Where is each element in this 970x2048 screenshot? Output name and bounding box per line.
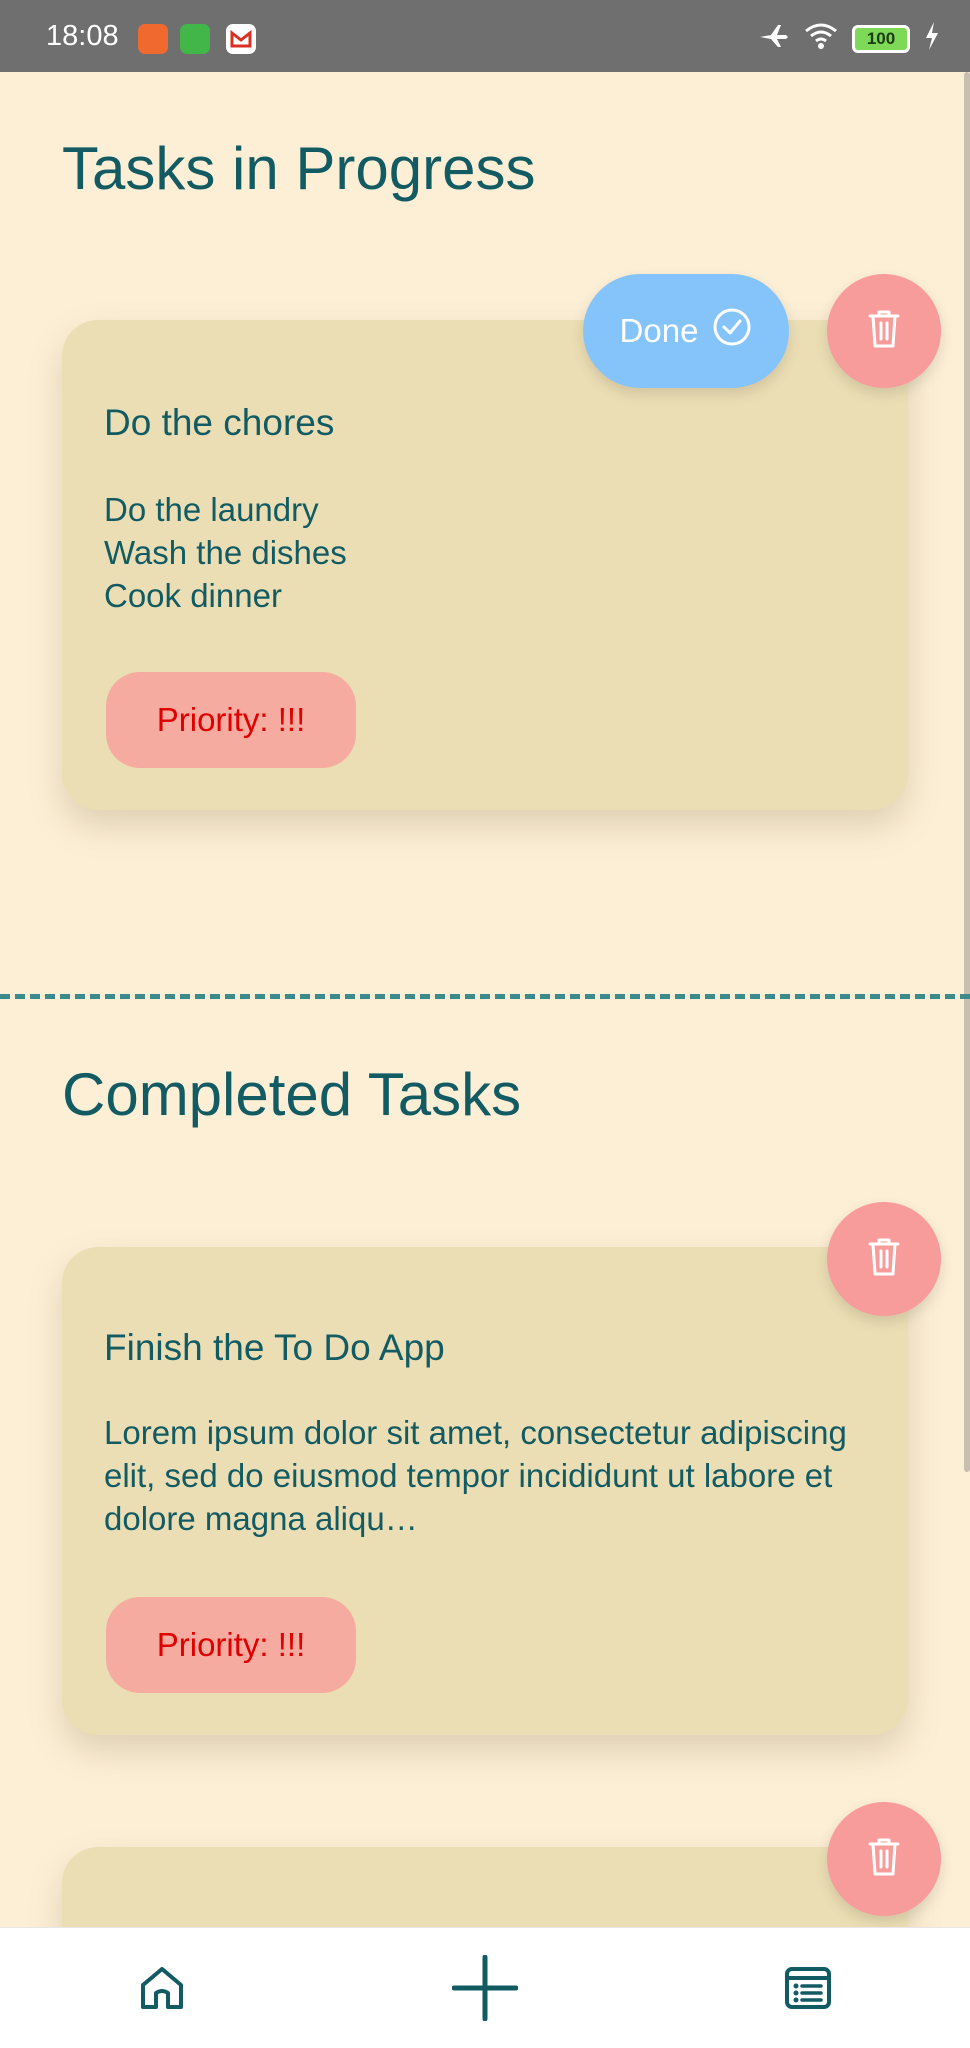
status-bar: 18:08 100 (0, 0, 970, 72)
task-card[interactable]: Finish the To Do App Lorem ipsum dolor s… (62, 1247, 908, 1735)
charging-icon (924, 22, 940, 55)
task-description: Lorem ipsum dolor sit amet, consectetur … (104, 1414, 847, 1537)
task-list: Tasks in Progress Do the chores Do the l… (0, 72, 970, 1927)
trash-icon (864, 1235, 904, 1284)
delete-button[interactable] (827, 1802, 941, 1916)
add-icon (451, 1954, 519, 2026)
battery-icon: 100 (852, 24, 910, 53)
in-progress-heading: Tasks in Progress (62, 135, 536, 202)
trash-icon (864, 307, 904, 356)
trash-icon (864, 1835, 904, 1884)
delete-button[interactable] (827, 274, 941, 388)
nav-home-button[interactable] (132, 1960, 192, 2020)
gmail-icon (226, 24, 256, 54)
bottom-nav (0, 1927, 970, 2048)
task-card[interactable]: Do the chores Do the laundry Wash the di… (62, 320, 908, 810)
home-icon (137, 1963, 187, 2018)
priority-badge: Priority: !!! (106, 672, 356, 768)
delete-button[interactable] (827, 1202, 941, 1316)
wifi-icon (804, 21, 838, 56)
task-title: Finish the To Do App (104, 1327, 445, 1368)
section-divider (0, 994, 970, 999)
check-circle-icon (712, 307, 752, 355)
priority-badge: Priority: !!! (106, 1597, 356, 1693)
chat-app-icon (180, 24, 210, 54)
status-time: 18:08 (46, 20, 119, 52)
nav-add-button[interactable] (451, 1954, 519, 2021)
completed-heading: Completed Tasks (62, 1061, 522, 1128)
list-icon (783, 1963, 833, 2018)
task-card[interactable] (62, 1847, 908, 1927)
done-label: Done (619, 312, 699, 349)
video-app-icon (138, 24, 168, 54)
task-title: Do the chores (104, 402, 335, 443)
nav-list-button[interactable] (778, 1960, 838, 2020)
airplane-icon (758, 20, 790, 57)
done-button[interactable]: Done (583, 274, 789, 388)
status-icons: 100 (758, 20, 940, 57)
task-description: Do the laundry Wash the dishes Cook dinn… (104, 491, 347, 614)
